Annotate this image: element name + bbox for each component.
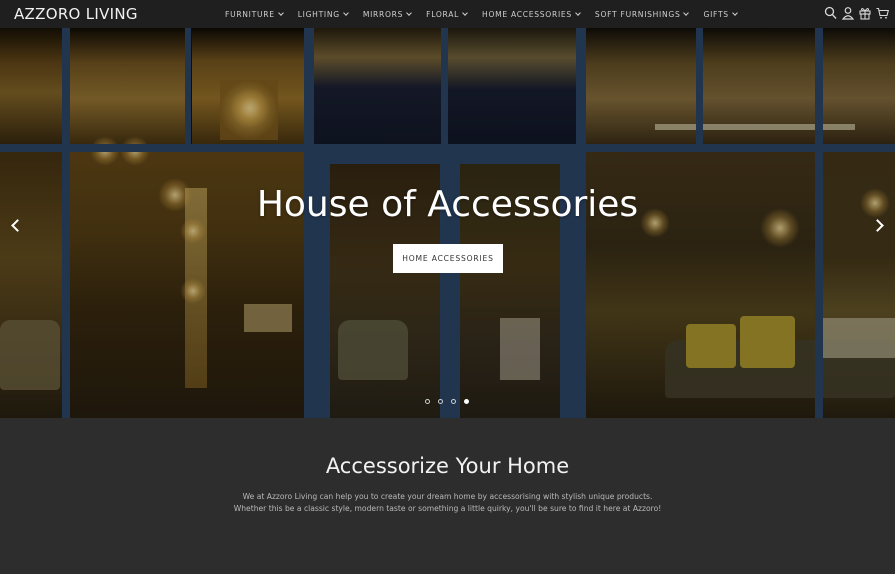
slider-prev-button[interactable] xyxy=(9,219,24,233)
nav-item-label: SOFT FURNISHINGS xyxy=(594,9,681,19)
slider-dots xyxy=(425,399,469,404)
intro-section: Accessorize Your Home We at Azzoro Livin… xyxy=(0,418,895,574)
chevron-down-icon xyxy=(277,9,284,16)
site-header: AZZORO LIVING FURNITURE LIGHTING MIRRORS… xyxy=(0,0,895,28)
nav-item-label: HOME ACCESSORIES xyxy=(482,9,572,19)
chevron-left-icon xyxy=(11,219,24,232)
cart-icon[interactable] xyxy=(876,6,889,20)
chevron-down-icon xyxy=(731,9,738,16)
site-logo[interactable]: AZZORO LIVING xyxy=(14,5,138,23)
chevron-down-icon xyxy=(575,9,581,16)
account-icon[interactable] xyxy=(842,6,854,20)
intro-line: We at Azzoro Living can help you to crea… xyxy=(242,492,653,501)
nav-item-lighting[interactable]: LIGHTING xyxy=(297,9,349,19)
slide-dot-3[interactable] xyxy=(451,399,456,404)
slider-next-button[interactable] xyxy=(871,219,887,233)
hero-title: House of Accessories xyxy=(256,184,639,225)
nav-item-label: FURNITURE xyxy=(225,9,275,19)
search-icon[interactable] xyxy=(824,6,837,20)
intro-text: We at Azzoro Living can help you to crea… xyxy=(0,491,895,515)
nav-item-label: GIFTS xyxy=(703,9,729,19)
chevron-down-icon xyxy=(683,9,690,16)
header-icons xyxy=(824,6,889,20)
nav-item-soft-furnishings[interactable]: SOFT FURNISHINGS xyxy=(594,9,690,19)
intro-title: Accessorize Your Home xyxy=(325,454,570,478)
nav-item-mirrors[interactable]: MIRRORS xyxy=(362,9,412,19)
chevron-down-icon xyxy=(462,9,468,16)
main-nav: FURNITURE LIGHTING MIRRORS FLORAL HOME A… xyxy=(225,0,752,28)
nav-item-label: FLORAL xyxy=(426,9,460,19)
slide-dot-4[interactable] xyxy=(464,399,469,404)
home-accessories-button[interactable]: HOME ACCESSORIES xyxy=(393,244,503,273)
gift-icon[interactable] xyxy=(859,6,871,20)
nav-item-label: MIRRORS xyxy=(362,9,404,19)
intro-line: Whether this be a classic style, modern … xyxy=(233,504,662,513)
nav-item-furniture[interactable]: FURNITURE xyxy=(225,9,284,19)
nav-item-home-accessories[interactable]: HOME ACCESSORIES xyxy=(482,9,581,19)
chevron-down-icon xyxy=(406,9,412,16)
chevron-down-icon xyxy=(342,9,349,16)
slide-dot-1[interactable] xyxy=(425,399,430,404)
nav-item-floral[interactable]: FLORAL xyxy=(426,9,468,19)
slide-dot-2[interactable] xyxy=(438,399,443,404)
nav-item-label: LIGHTING xyxy=(297,9,340,19)
hero-slider: House of Accessories HOME ACCESSORIES xyxy=(0,28,895,418)
chevron-right-icon xyxy=(871,219,884,232)
nav-item-gifts[interactable]: GIFTS xyxy=(703,9,738,19)
